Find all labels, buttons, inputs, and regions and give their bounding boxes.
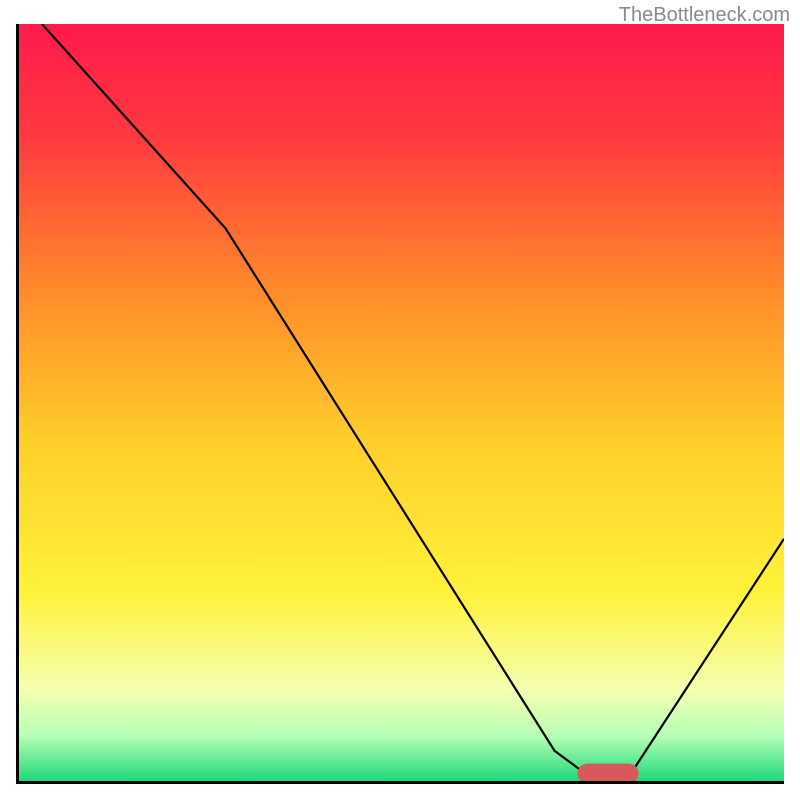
bottleneck-chart: [19, 24, 784, 781]
watermark-label: TheBottleneck.com: [619, 4, 790, 27]
optimal-marker: [577, 764, 638, 781]
chart-background: [19, 24, 784, 781]
